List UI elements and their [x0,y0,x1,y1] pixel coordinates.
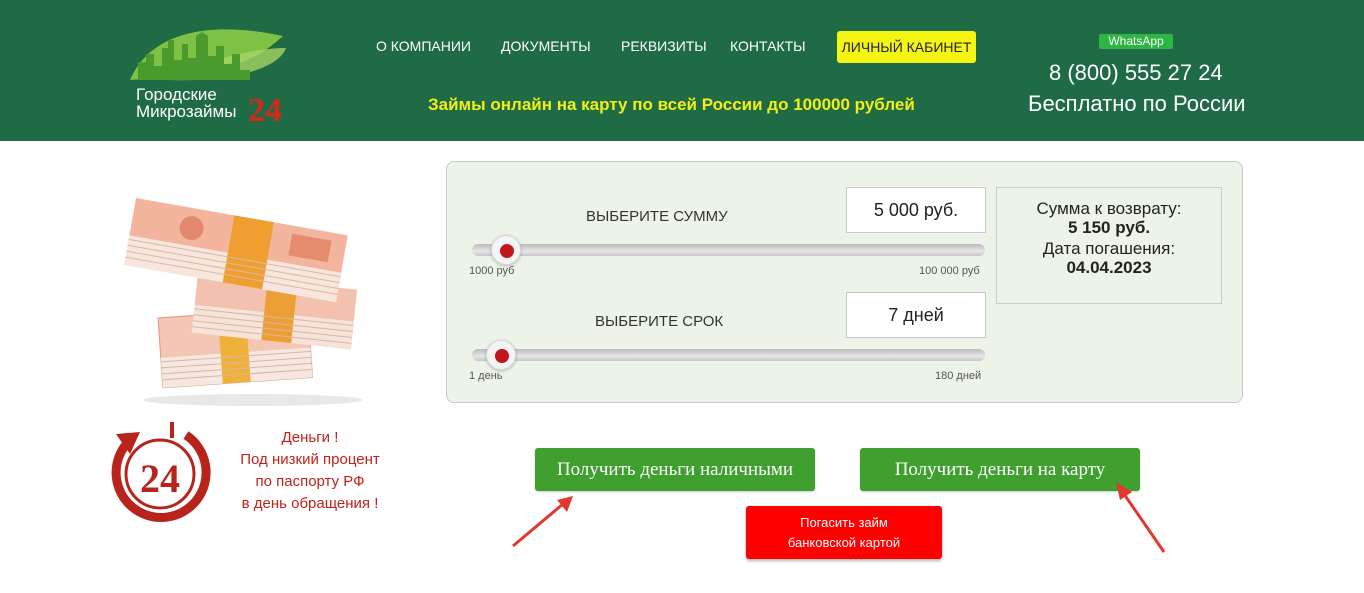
money-stack-image [118,178,388,408]
nav-item-company[interactable]: О КОМПАНИИ [376,38,471,54]
term-slider-track[interactable] [472,349,985,361]
amount-min-label: 1000 руб [469,265,515,277]
promo-line4: в день обращения ! [241,495,379,512]
phone-note: Бесплатно по России [1028,91,1246,116]
badge-number: 24 [140,456,180,501]
get-card-button[interactable]: Получить деньги на карту [860,448,1140,491]
clock-24-icon: 24 [111,422,211,522]
whatsapp-link[interactable]: WhatsApp [1099,34,1173,49]
promo-line2: Под низкий процент [240,451,380,468]
site-header: Городские Микрозаймы 24 О КОМПАНИИ ДОКУМ… [0,0,1364,141]
term-label: ВЫБЕРИТЕ СРОК [595,313,724,330]
amount-value[interactable]: 5 000 руб. [846,187,986,233]
logo-line2: Микрозаймы [136,102,237,121]
arrow-to-cash-icon [512,496,573,548]
phone-number[interactable]: 8 (800) 555 27 24 [1049,60,1223,86]
repay-loan-button[interactable]: Погасить займ банковской картой [746,506,942,559]
return-label: Сумма к возврату: [1036,199,1182,218]
tagline: Займы онлайн на карту по всей России до … [428,95,915,114]
nav-item-documents[interactable]: ДОКУМЕНТЫ [501,38,591,54]
repay-line1: Погасить займ [800,514,888,530]
term-max-label: 180 дней [935,370,982,382]
term-min-label: 1 день [469,370,503,382]
promo-line1: Деньги ! [281,429,339,446]
repay-line2: банковской картой [787,534,901,550]
arrow-to-card-icon [1116,482,1166,553]
amount-label: ВЫБЕРИТЕ СУММУ [586,208,728,225]
personal-cabinet-button[interactable]: ЛИЧНЫЙ КАБИНЕТ [837,31,976,63]
promo-text: Деньги ! Под низкий процент по паспорту … [230,427,390,515]
24-hours-badge: 24 [108,420,212,524]
nav-item-contacts[interactable]: КОНТАКТЫ [730,38,806,54]
money-stack-icon [124,198,363,406]
logo[interactable]: Городские Микрозаймы 24 [128,18,298,133]
logo-line1: Городские [136,85,217,104]
nav-item-requisites[interactable]: РЕКВИЗИТЫ [621,38,707,54]
date-value: 04.04.2023 [1066,258,1152,277]
return-value: 5 150 руб. [1067,218,1151,237]
amount-max-label: 100 000 руб [919,265,980,277]
logo-number: 24 [248,92,282,129]
get-cash-button[interactable]: Получить деньги наличными [535,448,815,491]
date-label: Дата погашения: [1042,239,1176,258]
term-value[interactable]: 7 дней [846,292,986,338]
loan-summary: Сумма к возврату: 5 150 руб. Дата погаше… [996,187,1222,304]
promo-line3: по паспорту РФ [255,473,365,490]
amount-slider-track[interactable] [472,244,985,256]
